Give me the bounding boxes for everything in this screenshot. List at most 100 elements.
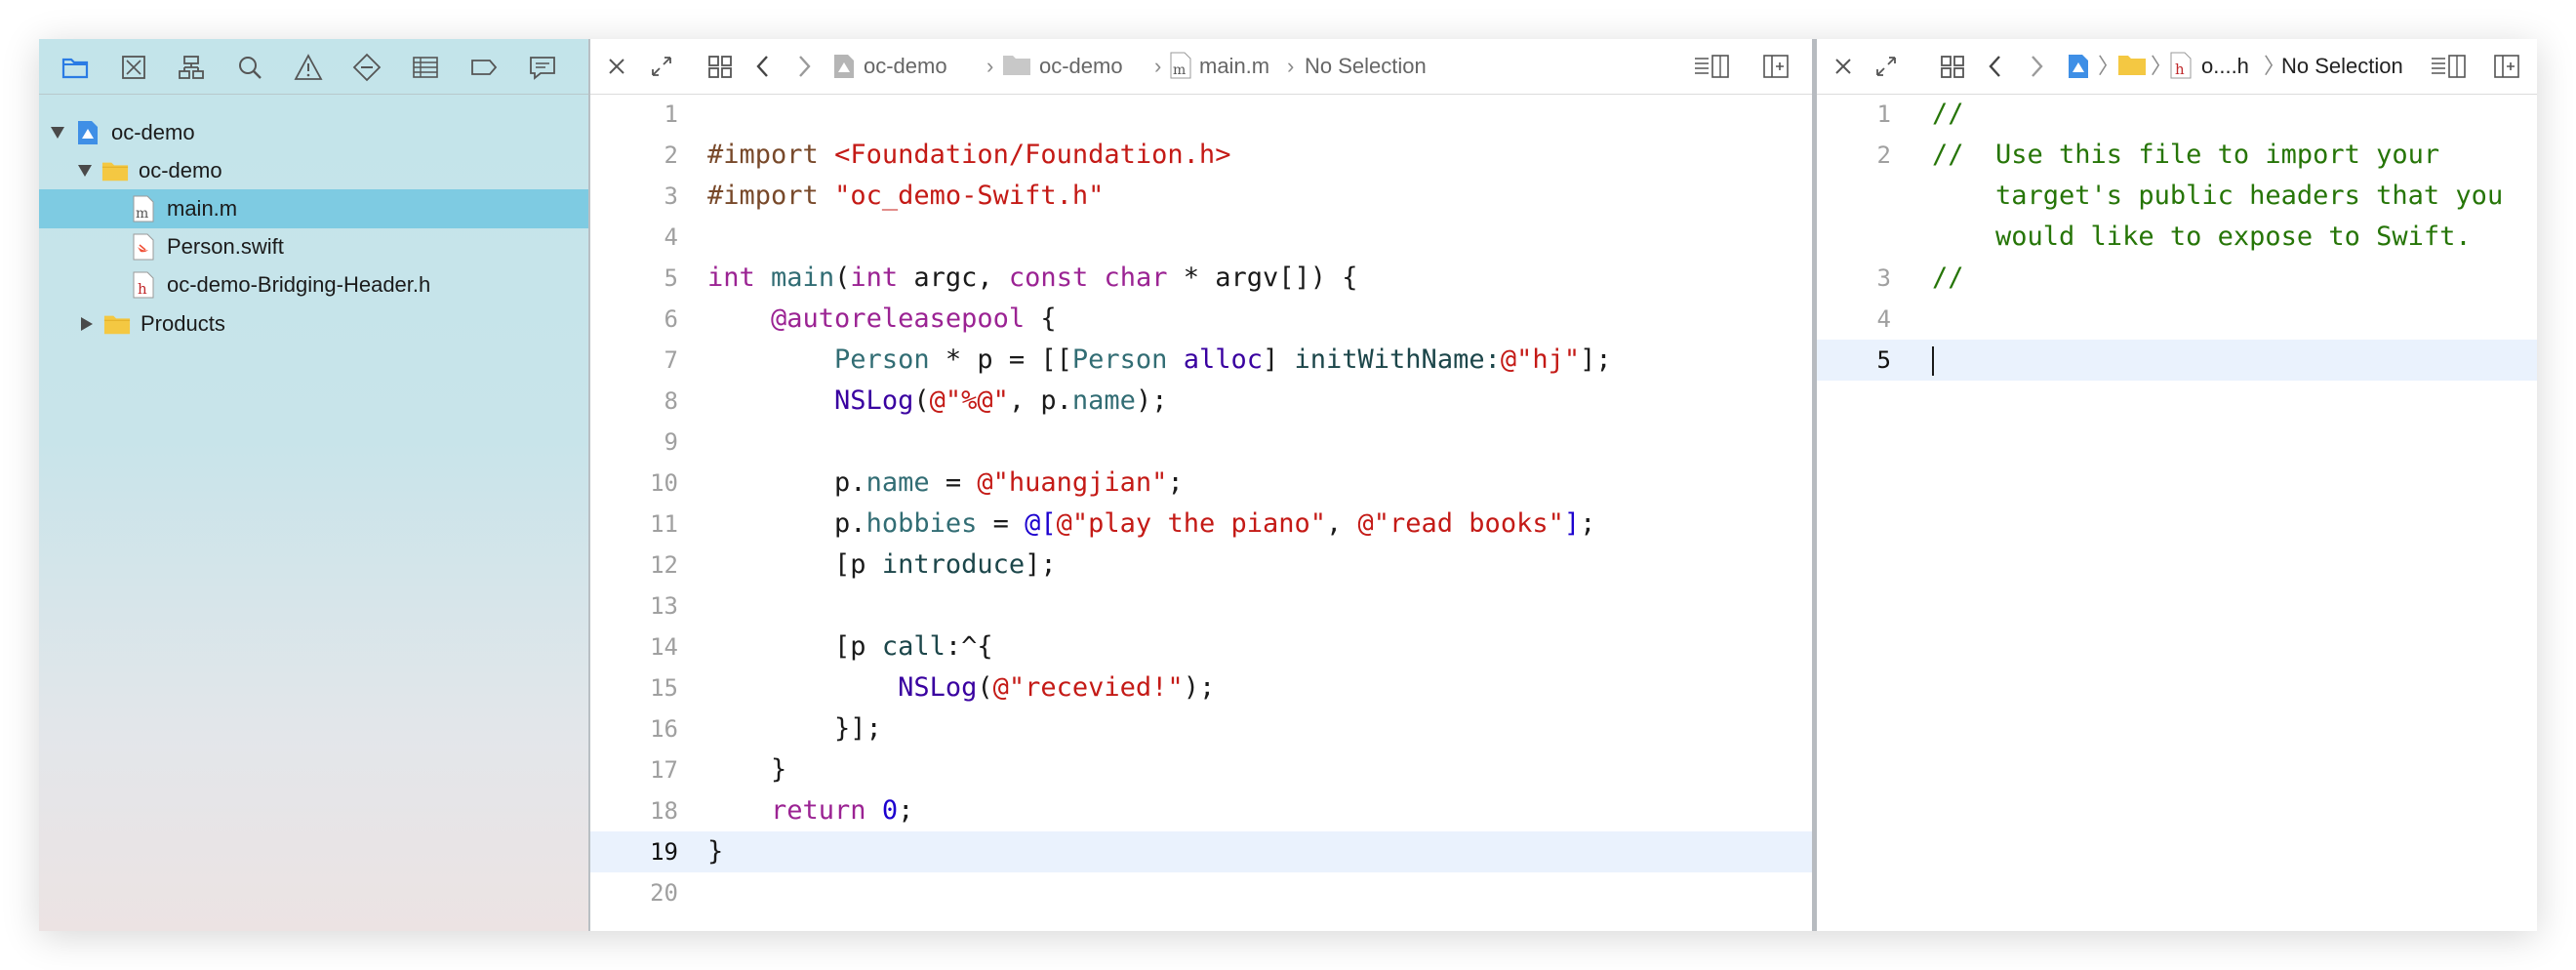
token: initWithName: (1294, 344, 1501, 375)
related-items-grid-icon[interactable] (705, 52, 735, 81)
source-control-icon[interactable] (119, 53, 148, 82)
token: #import (707, 140, 819, 170)
tree-item-products[interactable]: Products (39, 304, 588, 344)
code-line: 1 // (1817, 94, 2537, 135)
token: #import (707, 181, 819, 211)
token: char (1104, 263, 1168, 293)
comment-text: // (1932, 263, 1964, 293)
code-text: }]; (707, 708, 882, 749)
code-text: return 0; (707, 790, 913, 831)
folder-icon[interactable] (1002, 52, 1031, 81)
token: [p (834, 631, 882, 662)
token: const (1008, 263, 1089, 293)
report-bubble-icon[interactable] (528, 53, 557, 82)
related-items-grid-icon[interactable] (1938, 52, 1967, 81)
code-text: NSLog(@"recevied!"); (707, 667, 1215, 708)
token: @"%@" (929, 385, 1009, 416)
token: name (865, 467, 930, 498)
disclosure-open-icon[interactable] (76, 162, 94, 180)
line-number: 6 (664, 305, 678, 333)
tree-item-group[interactable]: oc-demo (39, 151, 588, 190)
warning-icon[interactable] (294, 53, 323, 82)
test-diamond-icon[interactable] (352, 53, 382, 82)
breadcrumb-project[interactable]: oc-demo (864, 53, 947, 80)
code-line: 2 #import <Foundation/Foundation.h> (590, 135, 1812, 176)
breadcrumb-file[interactable]: o....h (2201, 53, 2249, 80)
token: NSLog (834, 385, 914, 416)
line-number: 18 (650, 797, 678, 825)
token: ]; (1025, 549, 1057, 580)
line-number: 19 (650, 838, 678, 866)
token: ( (834, 263, 851, 293)
editor-options-icon[interactable] (1693, 52, 1729, 81)
code-area[interactable]: 1 2 #import <Foundation/Foundation.h> 3 #i… (590, 94, 1812, 931)
breadcrumb-group[interactable]: oc-demo (1039, 53, 1123, 80)
header-file-icon[interactable]: h (2170, 52, 2199, 81)
token: ); (1183, 672, 1216, 703)
products-label: Products (141, 311, 225, 336)
token: <Foundation/Foundation.h> (834, 140, 1231, 170)
code-line: 18 return 0; (590, 790, 1812, 831)
expand-icon[interactable] (1872, 52, 1901, 81)
code-area[interactable]: 1 // 2 // Use this file to import your tar… (1817, 94, 2537, 931)
current-code-line: 5 (1817, 340, 2537, 381)
back-arrow-icon[interactable] (1981, 52, 2010, 81)
token: hobbies (865, 508, 978, 539)
tree-item-file[interactable]: h oc-demo-Bridging-Header.h (39, 265, 588, 304)
folder-icon[interactable] (2117, 52, 2147, 81)
close-icon[interactable] (602, 52, 631, 81)
token: NSLog (898, 672, 978, 703)
search-icon[interactable] (235, 53, 264, 82)
code-line: 17 } (590, 749, 1812, 790)
code-line: 2 // Use this file to import your (1817, 135, 2537, 176)
objc-file-icon[interactable]: m (1170, 52, 1199, 81)
line-number: 17 (650, 756, 678, 784)
tree-item-file[interactable]: m main.m (39, 189, 588, 228)
comment-text: would like to expose to Swift. (1932, 222, 2472, 252)
current-code-line: 19} (590, 831, 1812, 872)
tree-item-project[interactable]: oc-demo (39, 113, 588, 152)
forward-arrow-icon[interactable] (2022, 52, 2051, 81)
folder-icon[interactable] (60, 53, 90, 82)
comment-text: // (1932, 99, 1964, 129)
group-label: oc-demo (139, 158, 222, 182)
project-icon[interactable] (2067, 52, 2096, 81)
file-label: oc-demo-Bridging-Header.h (167, 272, 431, 297)
code-line: 7 Person * p = [[Person alloc] initWithN… (590, 340, 1812, 381)
symbol-hierarchy-icon[interactable] (177, 53, 206, 82)
disclosure-open-icon[interactable] (49, 124, 66, 141)
line-number: 14 (650, 633, 678, 661)
token: argc, (898, 263, 1009, 293)
tree-item-file[interactable]: Person.swift (39, 227, 588, 266)
editor-options-icon[interactable] (2430, 52, 2466, 81)
comment-text: target's public headers that you (1932, 181, 2504, 211)
split-editor-icon[interactable] (2492, 52, 2521, 81)
chevron-right-icon: › (986, 54, 994, 78)
code-line-wrap: target's public headers that you (1817, 176, 2537, 217)
split-editor-icon[interactable] (1761, 52, 1791, 81)
debug-list-icon[interactable] (411, 53, 440, 82)
breadcrumb-selection[interactable]: No Selection (1305, 53, 1427, 80)
close-icon[interactable] (1829, 52, 1858, 81)
token: return (771, 795, 866, 826)
project-icon[interactable] (832, 52, 862, 81)
token: } (771, 754, 787, 785)
disclosure-closed-icon[interactable] (78, 315, 96, 333)
folder-icon (101, 157, 129, 184)
code-line: 20 (590, 872, 1812, 913)
token: 0 (881, 795, 899, 826)
breakpoint-icon[interactable] (469, 53, 499, 82)
header-file-icon: h (130, 271, 157, 299)
svg-text:h: h (2175, 61, 2185, 78)
line-number: 16 (650, 715, 678, 743)
line-number: 5 (1876, 346, 1891, 374)
breadcrumb-file[interactable]: main.m (1199, 53, 1269, 80)
back-arrow-icon[interactable] (748, 52, 778, 81)
code-line: 3 #import "oc_demo-Swift.h" (590, 176, 1812, 217)
line-number: 2 (1876, 141, 1891, 169)
forward-arrow-icon[interactable] (789, 52, 819, 81)
breadcrumb-selection[interactable]: No Selection (2281, 53, 2403, 80)
code-text: [p introduce]; (707, 545, 1057, 586)
expand-icon[interactable] (647, 52, 676, 81)
file-label: main.m (167, 196, 238, 221)
